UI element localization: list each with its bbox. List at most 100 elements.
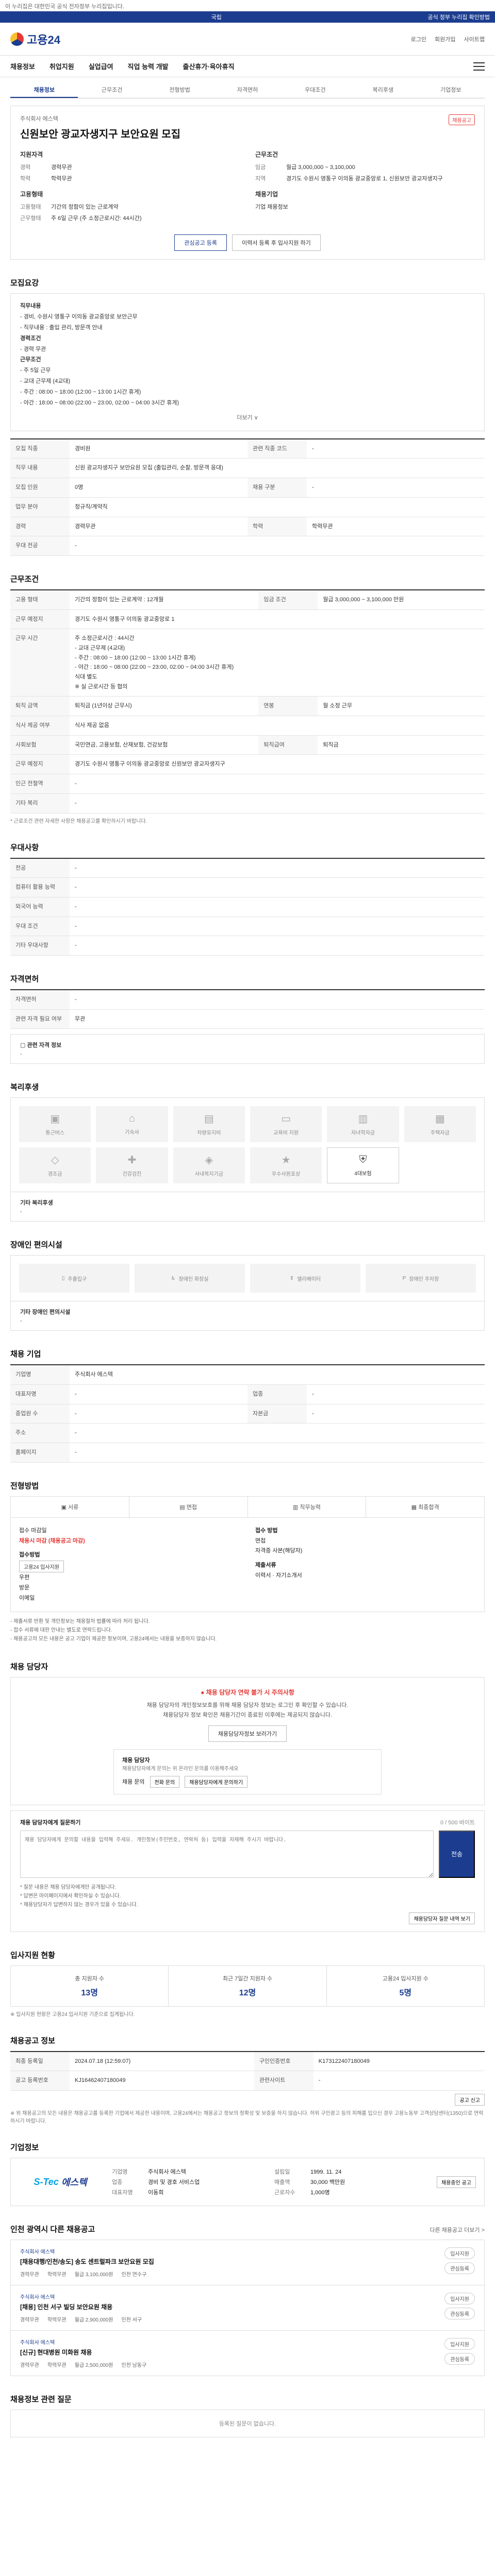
- welfare-item: ▦ 주택자금: [404, 1106, 476, 1143]
- nav-item-jobs[interactable]: 채용정보: [10, 61, 35, 71]
- row-label: 자본금: [248, 1404, 307, 1424]
- step-interview: ▤ 면접: [129, 1496, 248, 1517]
- qna-title: 채용 담당자에게 질문하기: [20, 1819, 81, 1826]
- row-label: 구인인증번호: [254, 2051, 314, 2072]
- row-label: 근무 예정지: [10, 754, 70, 775]
- site-logo[interactable]: 고용24: [10, 31, 60, 47]
- section-title-conditions: 근무조건: [10, 574, 39, 584]
- apply-pill-button[interactable]: 입사지원: [444, 2293, 475, 2305]
- tab-welfare[interactable]: 복리후생: [349, 82, 417, 98]
- nav-item-vocational-training[interactable]: 직업 능력 개발: [128, 61, 169, 71]
- list-item[interactable]: 주식회사 에스텍 [채용] 인천 서구 빌딩 보안요원 채용 경력무관 학력무관 월급 …: [10, 2285, 485, 2331]
- job-title: 신원보안 광교자생지구 보안요원 모집: [20, 129, 181, 140]
- employer-link[interactable]: 기업 채용정보: [255, 202, 475, 211]
- save-job-button[interactable]: 관심공고 등록: [174, 234, 227, 251]
- tab-conditions[interactable]: 근무조건: [78, 82, 145, 98]
- section-title-others: 인천 광역시 다른 채용공고: [10, 2225, 95, 2234]
- recruit-line: 직무내용: [20, 303, 41, 309]
- facility-label: 주출입구: [68, 1276, 87, 1282]
- table-row: 모집 인원 0명 채용 구분 -: [10, 478, 485, 498]
- tab-license[interactable]: 자격면허: [213, 82, 281, 98]
- phone-inquiry-button[interactable]: 전화 문의: [150, 1775, 180, 1788]
- section-title-notice-info: 채용공고 정보: [10, 2036, 55, 2045]
- row-value: 0명: [70, 478, 248, 498]
- kv-label: 고용형태: [20, 204, 41, 210]
- apply-pill-button[interactable]: 입사지원: [444, 2338, 475, 2350]
- message-inquiry-button[interactable]: 채용담당자에게 문의하기: [185, 1775, 248, 1788]
- recruit-line: 경력조건: [20, 335, 41, 342]
- apply-button[interactable]: 이력서 등록 후 입사지원 하기: [232, 234, 321, 251]
- row-value: -: [313, 2071, 485, 2091]
- list-item[interactable]: 주식회사 에스텍 [신규] 현대병원 미화원 채용 경력무관 학력무관 월급 2,500…: [10, 2331, 485, 2377]
- qna-counter: 0 / 500 바이트: [440, 1819, 475, 1826]
- report-button[interactable]: 공고 신고: [455, 2094, 485, 2106]
- qna-submit-button[interactable]: 전송: [439, 1830, 475, 1878]
- kv-label: 근무형태: [20, 215, 41, 222]
- stat-total: 총 지원자 수 13명: [11, 1965, 169, 2006]
- contact-box: ● 채용 담당자 연락 불가 시 주의사항 채용 담당자의 개인정보보호를 위해…: [10, 1677, 485, 1805]
- tab-process[interactable]: 전형방법: [146, 82, 213, 98]
- gov-verify-link[interactable]: 공식 정부 누리집 확인방법: [428, 13, 490, 21]
- row-value: -: [70, 1443, 485, 1463]
- welfare-label: 우수사원포상: [272, 1172, 301, 1178]
- docs-value: 이력서 · 자기소개서: [255, 1572, 302, 1579]
- row-label: 학력: [248, 517, 307, 537]
- company-jobs-button[interactable]: 채용중인 공고: [437, 2176, 476, 2188]
- company-card: S-Tec 에스텍 기업명 주식회사 에스텍 설립일 1999. 11. 24 업종…: [10, 2158, 485, 2207]
- list-item[interactable]: 주식회사 에스텍 [채용대행/인천/송도] 송도 센트럴파크 보안요원 모집 경력무…: [10, 2240, 485, 2286]
- row-label: 홈페이지: [10, 1443, 70, 1463]
- signup-link[interactable]: 회원가입: [435, 35, 455, 43]
- warning-line: - 채용공고의 모든 내용은 공고 기업이 제공한 정보이며, 고용24에서는 …: [10, 1636, 217, 1642]
- stat-recent: 최근 7일간 지원자 수 12명: [169, 1965, 327, 2006]
- employer-heading: 채용기업: [255, 191, 278, 198]
- official-site-notice: 이 누리집은 대한민국 공식 전자정부 누리집입니다.: [0, 0, 495, 11]
- login-link[interactable]: 로그인: [411, 35, 426, 43]
- table-row: 공고 등록번호 KJ16462407180049 관련사이트 -: [10, 2071, 485, 2091]
- nav-item-parental-leave[interactable]: 출산휴가·육아휴직: [183, 61, 235, 71]
- sitemap-link[interactable]: 사이트맵: [464, 35, 485, 43]
- row-label: 직무 내용: [10, 458, 70, 479]
- row-label: 우대 전공: [10, 536, 70, 556]
- row-value: 퇴직금 (1년이상 근무시): [70, 696, 259, 717]
- other-title[interactable]: [신규] 현대병원 미화원 채용: [20, 2348, 146, 2357]
- welfare-icon: ⛨: [359, 1154, 367, 1166]
- tab-recruit[interactable]: 채용정보: [10, 82, 78, 98]
- company-name[interactable]: 주식회사 에스텍: [20, 114, 180, 123]
- qna-textarea[interactable]: [20, 1830, 434, 1878]
- site-header: 고용24 로그인 회원가입 사이트맵: [0, 23, 495, 56]
- nav-item-employment-support[interactable]: 취업지원: [50, 61, 74, 71]
- row-value: 식사 제공 없음: [70, 716, 485, 736]
- others-more-link[interactable]: 다른 채용공고 더보기 >: [430, 2226, 485, 2234]
- view-contact-button[interactable]: 채용담당자정보 보러가기: [208, 1725, 287, 1742]
- other-title[interactable]: [채용] 인천 서구 빌딩 보안요원 채용: [20, 2302, 142, 2311]
- table-row: 근무 예정지 경기도 수원시 영통구 이의동 광교중앙로 1: [10, 609, 485, 630]
- other-title[interactable]: [채용대행/인천/송도] 송도 센트럴파크 보안요원 모집: [20, 2257, 154, 2266]
- recruit-line: - 경력 무관: [20, 346, 46, 352]
- apply-pill-button[interactable]: 입사지원: [444, 2247, 475, 2260]
- nav-item-unemployment-benefit[interactable]: 실업급여: [89, 61, 113, 71]
- meta-item: 인천 서구: [121, 2317, 142, 2324]
- row-label: 우대 조건: [10, 917, 70, 937]
- table-row: 종업원 수 - 자본금 -: [10, 1404, 485, 1424]
- header-links: 로그인 회원가입 사이트맵: [411, 35, 485, 43]
- table-row: 홈페이지 -: [10, 1443, 485, 1463]
- meta-item: 월급 2,900,000원: [74, 2317, 113, 2324]
- qna-history-button[interactable]: 채용담당자 질문 내역 보기: [409, 1912, 475, 1924]
- bookmark-pill-button[interactable]: 관심등록: [444, 2308, 475, 2320]
- table-row: 식사 제공 여부 식사 제공 없음: [10, 716, 485, 736]
- bookmark-pill-button[interactable]: 관심등록: [444, 2353, 475, 2365]
- bookmark-pill-button[interactable]: 관심등록: [444, 2262, 475, 2275]
- conditions-table: 고용 형태 기간의 정함이 있는 근로계약 : 12개월 임금 조건 월급 3,000…: [10, 589, 485, 814]
- tab-preference[interactable]: 우대조건: [282, 82, 349, 98]
- recruit-line: - 야간 : 18:00 ~ 08:00 (22:00 ~ 23:00, 02:…: [20, 400, 179, 406]
- welfare-item: ▭ 교육비 지원: [250, 1106, 322, 1143]
- tab-company[interactable]: 기업정보: [417, 82, 485, 98]
- more-button[interactable]: 더보기 ∨: [20, 413, 475, 423]
- online-apply-button[interactable]: 고용24 입사지원: [19, 1561, 64, 1573]
- meta-item: 학력무관: [47, 2363, 67, 2369]
- row-label: 외국어 능력: [10, 897, 70, 917]
- hamburger-icon[interactable]: [473, 62, 485, 71]
- other-company: 주식회사 에스텍: [20, 2249, 55, 2256]
- contact-alert: ● 채용 담당자 연락 불가 시 주의사항: [201, 1689, 294, 1697]
- co-label: 기업명: [112, 2169, 128, 2176]
